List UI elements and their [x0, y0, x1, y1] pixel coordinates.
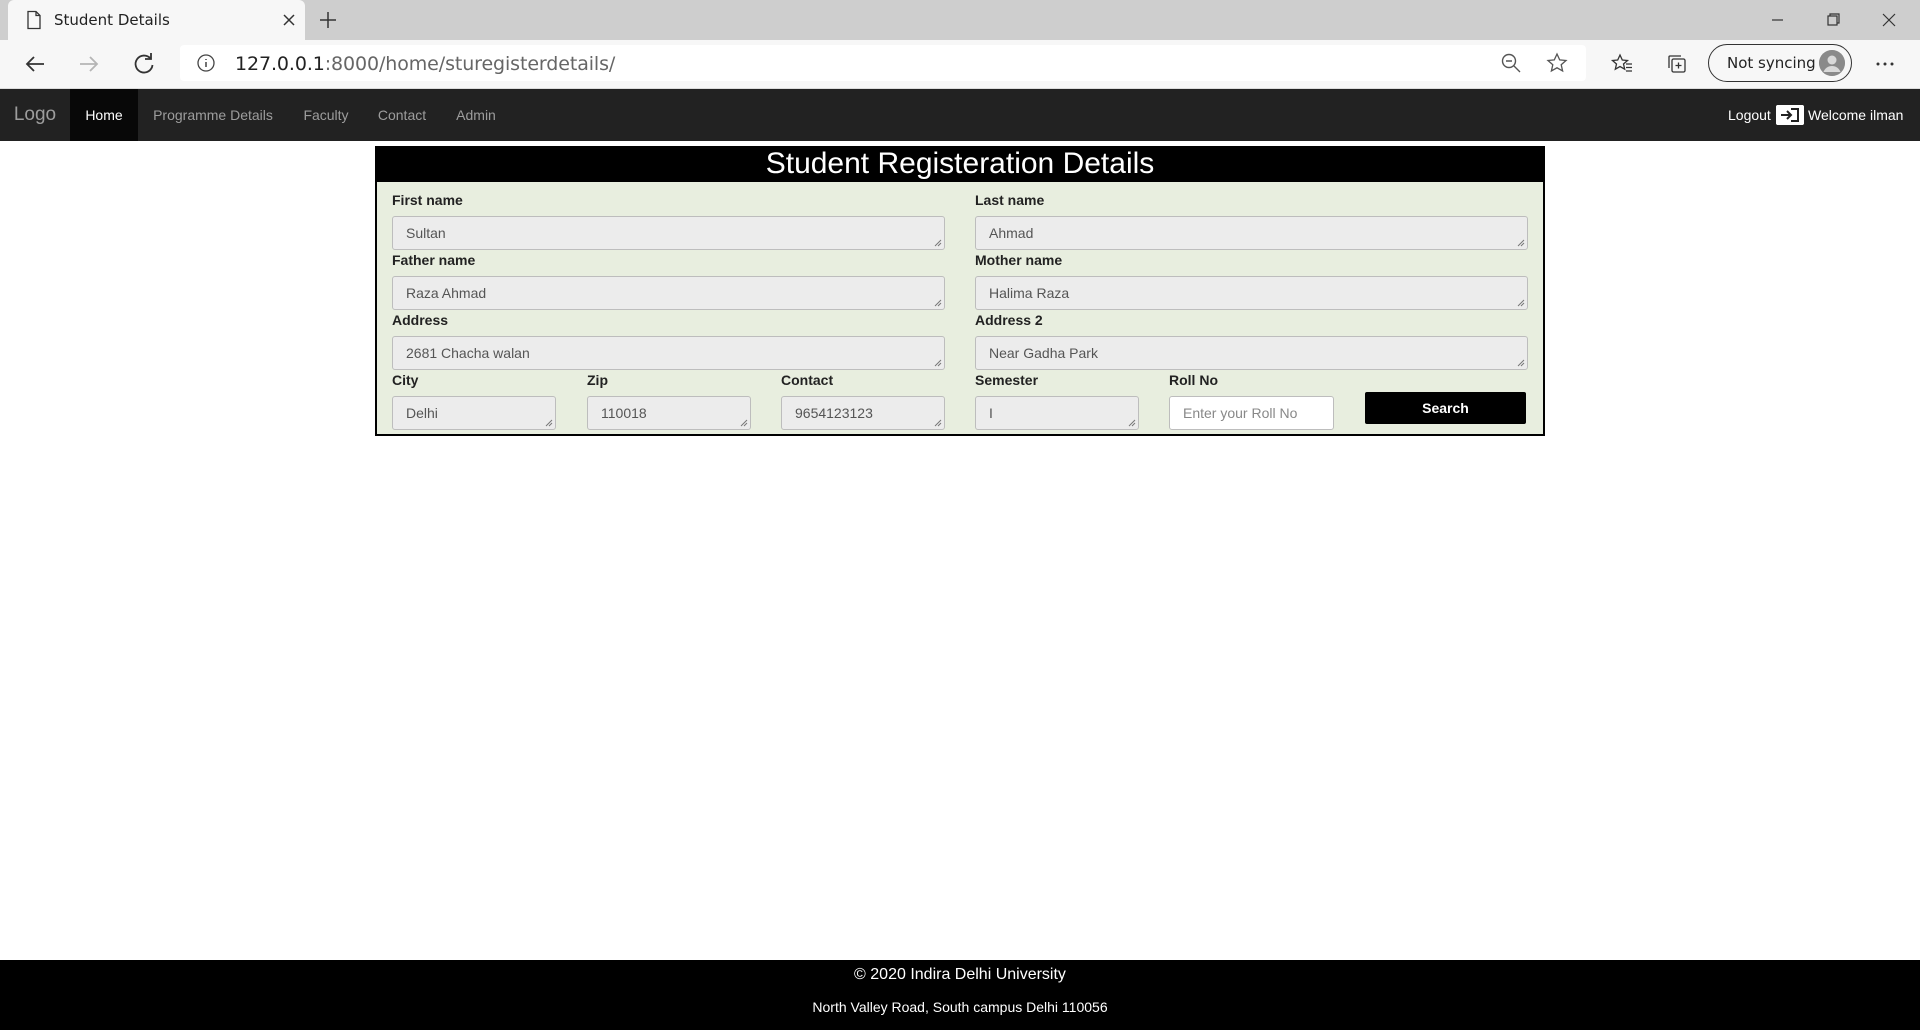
first-name-value: Sultan: [406, 225, 446, 241]
resize-grip-icon[interactable]: [543, 417, 553, 427]
city-value: Delhi: [406, 405, 438, 421]
roll-no-label: Roll No: [1169, 372, 1218, 388]
site-footer: © 2020 Indira Delhi University North Val…: [0, 960, 1920, 1030]
mother-name-field[interactable]: Halima Raza: [975, 276, 1528, 310]
forward-arrow-icon[interactable]: [73, 48, 105, 80]
new-tab-icon[interactable]: [316, 8, 340, 32]
page-title: Student Registeration Details: [765, 147, 1155, 180]
sync-status-label: Not syncing: [1727, 54, 1816, 72]
resize-grip-icon[interactable]: [932, 417, 942, 427]
father-name-label: Father name: [392, 252, 476, 268]
restore-icon[interactable]: [1810, 5, 1856, 35]
semester-field[interactable]: I: [975, 396, 1139, 430]
nav-item-faculty[interactable]: Faculty: [288, 89, 364, 141]
resize-grip-icon[interactable]: [932, 237, 942, 247]
url-host: 127.0.0.1: [235, 53, 325, 75]
favorites-icon[interactable]: [1610, 52, 1634, 76]
address-field[interactable]: 2681 Chacha walan: [392, 336, 945, 370]
zip-value: 110018: [601, 405, 647, 421]
address-bar[interactable]: 127.0.0.1:8000/home/sturegisterdetails/: [180, 45, 1586, 81]
first-name-field[interactable]: Sultan: [392, 216, 945, 250]
contact-value: 9654123123: [795, 405, 873, 421]
roll-no-placeholder: Enter your Roll No: [1183, 405, 1298, 421]
resize-grip-icon[interactable]: [1515, 297, 1525, 307]
first-name-label: First name: [392, 192, 463, 208]
browser-tab[interactable]: Student Details: [8, 0, 305, 40]
avatar-icon: [1819, 50, 1845, 76]
father-name-field[interactable]: Raza Ahmad: [392, 276, 945, 310]
resize-grip-icon[interactable]: [932, 297, 942, 307]
site-logo[interactable]: Logo: [0, 89, 70, 141]
favorite-star-icon[interactable]: [1546, 52, 1568, 74]
browser-tab-bar: Student Details: [0, 0, 1920, 40]
zip-label: Zip: [587, 372, 608, 388]
address2-value: Near Gadha Park: [989, 345, 1098, 361]
nav-item-admin[interactable]: Admin: [440, 89, 512, 141]
resize-grip-icon[interactable]: [1126, 417, 1136, 427]
last-name-label: Last name: [975, 192, 1045, 208]
footer-copyright: © 2020 Indira Delhi University: [854, 966, 1066, 983]
refresh-icon[interactable]: [128, 48, 160, 80]
resize-grip-icon[interactable]: [738, 417, 748, 427]
nav-item-home[interactable]: Home: [70, 89, 138, 141]
mother-name-value: Halima Raza: [989, 285, 1070, 301]
address2-field[interactable]: Near Gadha Park: [975, 336, 1528, 370]
zip-field[interactable]: 110018: [587, 396, 751, 430]
semester-value: I: [989, 405, 993, 421]
resize-grip-icon[interactable]: [932, 357, 942, 367]
close-window-icon[interactable]: [1866, 5, 1912, 35]
address-value: 2681 Chacha walan: [406, 345, 530, 361]
more-options-icon[interactable]: [1873, 52, 1897, 76]
tab-title: Student Details: [54, 11, 170, 29]
browser-toolbar: 127.0.0.1:8000/home/sturegisterdetails/ …: [0, 40, 1920, 89]
nav-item-programme-details[interactable]: Programme Details: [138, 89, 288, 141]
address2-label: Address 2: [975, 312, 1043, 328]
contact-label: Contact: [781, 372, 834, 388]
document-icon: [27, 10, 41, 30]
nav-item-contact[interactable]: Contact: [364, 89, 440, 141]
footer-address: North Valley Road, South campus Delhi 11…: [812, 999, 1108, 1015]
zoom-out-icon[interactable]: [1500, 52, 1522, 74]
logout-icon[interactable]: [1776, 105, 1804, 125]
address-label: Address: [392, 312, 449, 328]
contact-field[interactable]: 9654123123: [781, 396, 945, 430]
info-icon[interactable]: [196, 53, 216, 73]
mother-name-label: Mother name: [975, 252, 1063, 268]
minimize-icon[interactable]: [1754, 5, 1800, 35]
city-label: City: [392, 372, 419, 388]
city-field[interactable]: Delhi: [392, 396, 556, 430]
father-name-value: Raza Ahmad: [406, 285, 487, 301]
resize-grip-icon[interactable]: [1515, 237, 1525, 247]
resize-grip-icon[interactable]: [1515, 357, 1525, 367]
collections-icon[interactable]: [1665, 52, 1689, 76]
back-arrow-icon[interactable]: [19, 48, 51, 80]
search-button[interactable]: Search: [1365, 392, 1526, 424]
site-navbar: Logo Home Programme Details Faculty Cont…: [0, 89, 1920, 141]
roll-no-input[interactable]: Enter your Roll No: [1169, 396, 1334, 430]
url-path: :8000/home/sturegisterdetails/: [324, 53, 616, 75]
profile-sync-button[interactable]: Not syncing: [1708, 44, 1852, 82]
url-text[interactable]: 127.0.0.1:8000/home/sturegisterdetails/: [235, 53, 615, 75]
semester-label: Semester: [975, 372, 1039, 388]
welcome-user-text: Welcome ilman: [1808, 107, 1904, 123]
logout-link[interactable]: Logout: [1728, 89, 1771, 141]
close-tab-icon[interactable]: [278, 9, 300, 31]
last-name-field[interactable]: Ahmad: [975, 216, 1528, 250]
last-name-value: Ahmad: [989, 225, 1034, 241]
